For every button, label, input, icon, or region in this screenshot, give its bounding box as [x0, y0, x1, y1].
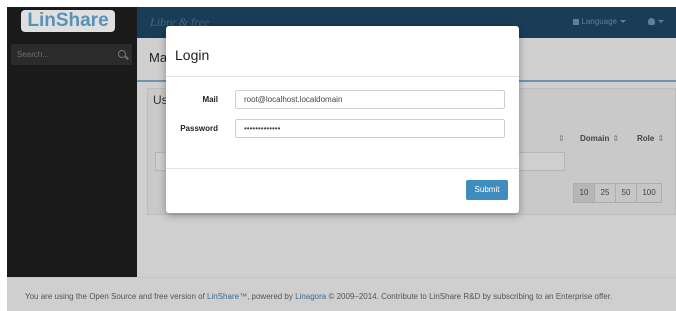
language-dropdown[interactable]: Language: [573, 17, 626, 26]
column-sort-icon[interactable]: ⇕: [555, 134, 565, 143]
linagora-link[interactable]: Linagora: [295, 292, 326, 301]
sidebar-search[interactable]: Search...: [11, 44, 132, 65]
user-menu[interactable]: [648, 17, 664, 26]
page-size-100[interactable]: 100: [636, 183, 662, 203]
user-icon: [648, 18, 655, 25]
password-label: Password: [180, 124, 218, 133]
submit-button[interactable]: Submit: [466, 180, 508, 200]
page-size-10[interactable]: 10: [573, 183, 595, 203]
modal-header-divider: [166, 76, 519, 77]
chevron-down-icon: [658, 20, 664, 23]
login-modal: Login Mail root@localhost.localdomain Pa…: [166, 26, 519, 213]
chevron-down-icon: [620, 20, 626, 23]
search-icon[interactable]: [118, 50, 126, 58]
search-input[interactable]: Search...: [17, 44, 112, 65]
sort-icon: ⇕: [612, 134, 620, 143]
linshare-logo[interactable]: LinShare: [21, 10, 115, 32]
language-label: Language: [581, 17, 617, 26]
page-size-50[interactable]: 50: [615, 183, 637, 203]
sidebar: LinShare Search...: [7, 7, 137, 277]
flag-icon: [573, 19, 580, 25]
sort-icon: ⇕: [657, 134, 665, 143]
page-title: Ma: [149, 50, 168, 65]
footer-text: You are using the Open Source and free v…: [25, 292, 613, 301]
modal-title: Login: [175, 47, 210, 63]
footer: You are using the Open Source and free v…: [7, 277, 676, 311]
linshare-link[interactable]: LinShare™: [207, 292, 247, 301]
column-header-domain[interactable]: Domain ⇕: [580, 134, 619, 143]
column-header-role[interactable]: Role ⇕: [637, 134, 664, 143]
password-input[interactable]: •••••••••••••: [235, 119, 505, 138]
modal-footer-divider: [166, 168, 519, 169]
mail-label: Mail: [202, 95, 218, 104]
page-size-25[interactable]: 25: [594, 183, 616, 203]
mail-input[interactable]: root@localhost.localdomain: [235, 90, 505, 109]
